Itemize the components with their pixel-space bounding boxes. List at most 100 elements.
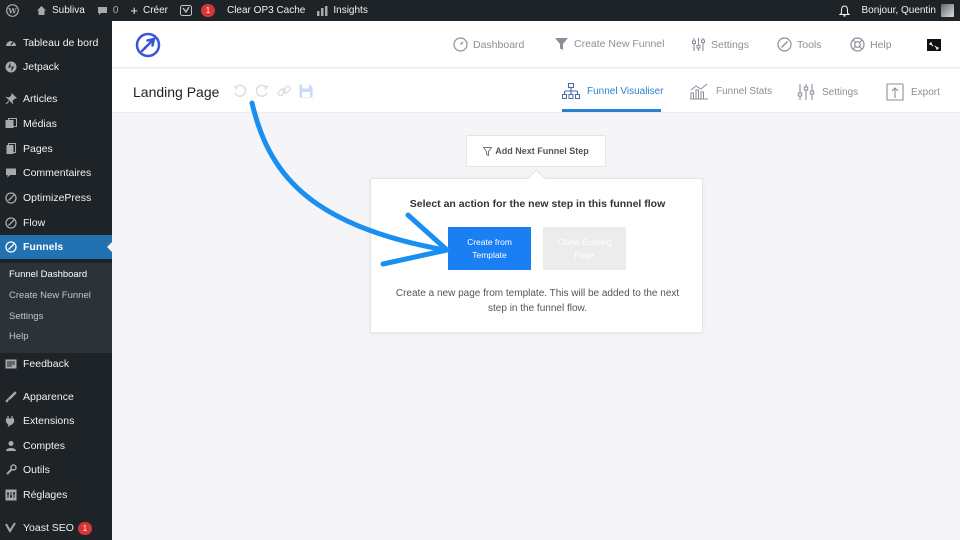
yoast-seo-badge: 1 [77,521,92,535]
clone-existing-page-button[interactable]: Clone Existing Page [543,227,626,270]
insights-label: Insights [333,5,368,16]
wordpress-icon: W [6,4,19,17]
notifications-button[interactable] [833,0,856,21]
sidebar-item-comptes[interactable]: Comptes [0,434,112,458]
home-icon [36,5,47,16]
sliders-icon [797,83,815,101]
sidebar-item-label: Commentaires [23,167,92,179]
compass-icon [777,37,792,52]
new-content-link[interactable]: + Créer [124,0,174,21]
undo-icon[interactable] [232,83,248,99]
insights-link[interactable]: Insights [311,0,373,21]
site-name: Subliva [52,5,85,16]
sidebar-item-label: Tableau de bord [23,37,99,49]
tab-funnel-stats-label: Funnel Stats [716,86,773,97]
sidebar-item-label: Extensions [23,415,75,427]
tab-settings[interactable]: Settings [797,83,858,101]
submenu-funnel-dashboard[interactable]: Funnel Dashboard [9,269,87,280]
avatar [941,4,954,17]
add-next-funnel-step-label: Add Next Funnel Step [495,146,589,156]
sidebar-item-label: Feedback [23,358,70,370]
sidebar-item-flow[interactable]: Flow [0,211,112,235]
sidebar-item-label: Funnels [23,241,64,253]
stats-chart-icon [689,83,709,100]
yoast-icon [5,522,17,534]
yoast-notification-badge: 1 [200,4,215,17]
clear-cache-button[interactable]: Clear OP3 Cache [221,0,311,21]
site-name-link[interactable]: Subliva [30,0,91,21]
tab-settings-label: Settings [822,86,859,98]
sidebar-item-label: Flow [23,217,46,229]
wordpress-logo-button[interactable]: W [0,0,30,21]
tab-export[interactable]: Export [886,83,940,101]
sidebar-item-yoast-seo[interactable]: Yoast SEO 1 [0,516,112,540]
sidebar-item-extensions[interactable]: Extensions [0,409,112,433]
users-icon [5,440,17,452]
optimizepress-icon [5,192,17,204]
tab-export-label: Export [911,86,940,98]
optimizepress-logo[interactable] [135,32,161,58]
plus-icon: + [130,3,138,18]
sidebar-item-commentaires[interactable]: Commentaires [0,161,112,185]
tab-funnel-stats[interactable]: Funnel Stats [689,83,772,100]
yoast-menu[interactable]: 1 [174,0,221,21]
nav-settings[interactable]: Settings [691,37,749,52]
sidebar-item-feedback[interactable]: Feedback [0,352,112,376]
appearance-icon [5,391,17,403]
nav-tools-label: Tools [797,38,822,51]
nav-dashboard-label: Dashboard [473,38,525,51]
sidebar-item-label: Yoast SEO [23,522,74,534]
sidebar-item-label: OptimizePress [23,192,92,204]
sidebar-item-label: Outils [23,464,50,476]
sidebar-item-label: Réglages [23,489,68,501]
sidebar-item-apparence[interactable]: Apparence [0,385,112,409]
clear-cache-label: Clear OP3 Cache [226,5,306,16]
sidebar-item-dashboard[interactable]: Tableau de bord [0,31,112,55]
sidebar-item-label: Apparence [23,391,74,403]
nav-help[interactable]: Help [850,37,892,52]
submenu-settings[interactable]: Settings [9,311,43,322]
add-next-funnel-step-button[interactable]: Add Next Funnel Step [466,135,606,167]
save-icon[interactable] [298,83,314,99]
sidebar-item-articles[interactable]: Articles [0,87,112,111]
sidebar-item-pages[interactable]: Pages [0,137,112,161]
sidebar-item-outils[interactable]: Outils [0,458,112,482]
sidebar-item-funnels[interactable]: Funnels [0,235,112,259]
nav-help-label: Help [870,38,892,51]
submenu-create-new-funnel[interactable]: Create New Funnel [9,290,91,301]
submenu-help[interactable]: Help [9,331,29,342]
yoast-icon [179,5,192,16]
nav-dashboard[interactable]: Dashboard [453,37,524,52]
bar-chart-icon [317,5,328,16]
svg-text:W: W [7,6,17,15]
nav-settings-label: Settings [711,38,749,51]
nav-tools[interactable]: Tools [777,37,822,52]
sliders-icon [691,37,706,52]
comments-link[interactable]: 0 [91,0,125,21]
funnel-icon [554,37,569,51]
nav-create-new-funnel[interactable]: Create New Funnel [554,37,664,51]
redo-icon[interactable] [254,83,270,99]
settings-icon [5,489,17,501]
fullscreen-button[interactable] [927,39,941,51]
sidebar-item-jetpack[interactable]: Jetpack [0,55,112,79]
sidebar-item-label: Articles [23,93,58,105]
pages-icon [5,143,17,155]
sidebar-item-label: Jetpack [23,61,60,73]
active-tab-indicator [562,109,661,112]
gauge-icon [453,37,468,52]
account-menu[interactable]: Bonjour, Quentin [856,0,960,21]
media-icon [5,118,17,130]
create-from-template-button[interactable]: Create from Template [448,227,531,270]
jetpack-icon [5,61,17,73]
sitemap-icon [562,83,580,100]
link-icon[interactable] [276,83,292,99]
new-step-action-popup: Select an action for the new step in thi… [370,178,703,333]
new-content-label: Créer [142,5,168,16]
sidebar-item-label: Pages [23,143,53,155]
tab-funnel-visualiser[interactable]: Funnel Visualiser [562,83,664,100]
flow-icon [5,217,17,229]
sidebar-item-medias[interactable]: Médias [0,112,112,136]
sidebar-item-reglages[interactable]: Réglages [0,483,112,507]
sidebar-item-optimizepress[interactable]: OptimizePress [0,186,112,210]
